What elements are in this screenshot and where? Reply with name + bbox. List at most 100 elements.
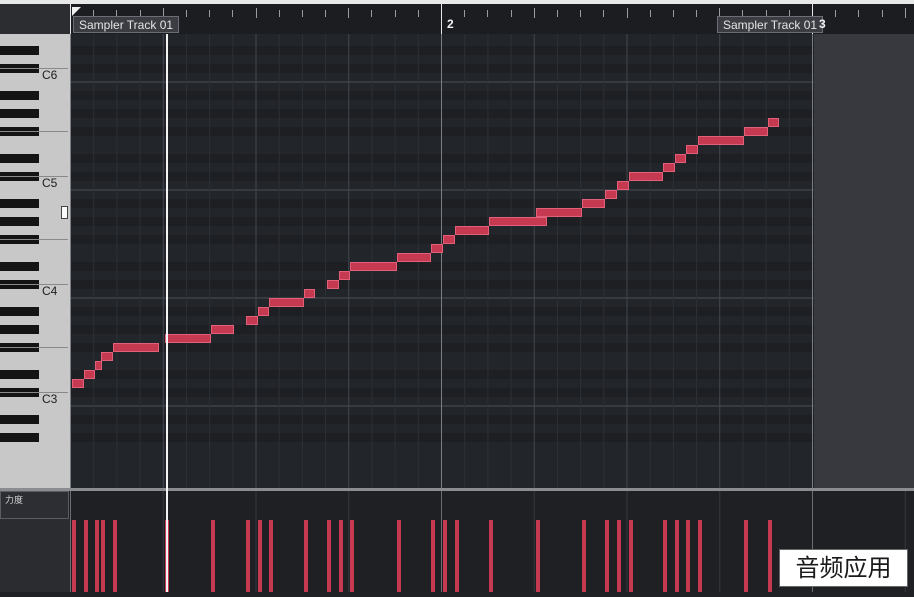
black-key[interactable] <box>0 199 39 208</box>
midi-note[interactable] <box>95 361 103 370</box>
midi-note[interactable] <box>663 163 675 172</box>
ruler-tick <box>348 8 350 18</box>
black-key[interactable] <box>0 109 39 118</box>
velocity-bar[interactable] <box>269 520 274 592</box>
black-key[interactable] <box>0 262 39 271</box>
midi-note[interactable] <box>628 172 664 181</box>
black-key[interactable] <box>0 370 39 379</box>
midi-note[interactable] <box>605 190 617 199</box>
velocity-bar[interactable] <box>744 520 749 592</box>
locator-start-marker[interactable] <box>72 7 81 16</box>
midi-note[interactable] <box>269 298 304 307</box>
ruler-tick <box>510 10 512 17</box>
black-key[interactable] <box>0 46 39 55</box>
velocity-bar[interactable] <box>686 520 691 592</box>
velocity-bar[interactable] <box>245 520 250 592</box>
midi-note[interactable] <box>83 370 96 379</box>
velocity-bar[interactable] <box>211 520 216 592</box>
velocity-bar[interactable] <box>350 520 355 592</box>
velocity-bar[interactable] <box>303 520 308 592</box>
midi-note[interactable] <box>767 118 780 127</box>
velocity-bar[interactable] <box>431 520 436 592</box>
black-key[interactable] <box>0 154 39 163</box>
ruler-tick <box>580 10 582 17</box>
black-key-row <box>70 433 914 442</box>
ruler-tick <box>603 10 605 17</box>
black-key[interactable] <box>0 325 39 334</box>
ruler-tick <box>325 10 327 17</box>
midi-note[interactable] <box>686 145 699 154</box>
ruler-tick <box>487 10 489 17</box>
velocity-bar[interactable] <box>443 520 447 592</box>
midi-note[interactable] <box>744 127 768 136</box>
white-key-divider <box>0 347 68 348</box>
midi-note[interactable] <box>535 208 583 217</box>
black-key-row <box>70 172 914 181</box>
black-key-row <box>70 370 914 379</box>
midi-note[interactable] <box>698 136 745 145</box>
key-label-c5: C5 <box>42 176 58 190</box>
part-label-sampler-track-1[interactable]: Sampler Track 01 <box>73 16 180 33</box>
ruler-tick <box>301 10 303 17</box>
midi-note[interactable] <box>112 343 159 352</box>
midi-note[interactable] <box>100 352 113 361</box>
midi-note[interactable] <box>616 181 629 190</box>
velocity-bar[interactable] <box>663 520 668 592</box>
ruler-tick <box>232 10 234 17</box>
midi-note[interactable] <box>303 289 316 298</box>
black-key-row <box>70 154 914 163</box>
velocity-bar[interactable] <box>338 520 343 592</box>
piano-keyboard[interactable]: C6 C5 C4 C3 <box>0 34 70 489</box>
midi-note[interactable] <box>443 235 455 244</box>
midi-note[interactable] <box>489 217 548 226</box>
midi-note[interactable] <box>674 154 687 163</box>
midi-note[interactable] <box>164 334 212 343</box>
midi-note[interactable] <box>257 307 270 316</box>
black-key[interactable] <box>0 91 39 100</box>
black-key[interactable] <box>0 307 39 316</box>
note-grid[interactable] <box>70 34 914 489</box>
midi-note[interactable] <box>338 271 351 280</box>
velocity-bar[interactable] <box>83 520 88 592</box>
midi-note[interactable] <box>582 199 606 208</box>
velocity-bar[interactable] <box>454 520 459 592</box>
velocity-bar[interactable] <box>628 520 633 592</box>
part-label-sampler-track-2[interactable]: Sampler Track 01 <box>717 16 824 33</box>
midi-note[interactable] <box>396 253 432 262</box>
velocity-bar[interactable] <box>674 520 679 592</box>
midi-note[interactable] <box>72 379 84 388</box>
midi-note[interactable] <box>350 262 397 271</box>
midi-note[interactable] <box>327 280 339 289</box>
midi-note[interactable] <box>454 226 490 235</box>
ruler-tick <box>209 10 211 17</box>
midi-note[interactable] <box>211 325 235 334</box>
velocity-bar[interactable] <box>489 520 494 592</box>
midi-note[interactable] <box>431 244 443 253</box>
velocity-bar[interactable] <box>257 520 262 592</box>
midi-note[interactable] <box>245 316 258 325</box>
bar-number-2: 2 <box>447 17 454 31</box>
velocity-bar[interactable] <box>616 520 621 592</box>
velocity-bar[interactable] <box>72 520 76 592</box>
velocity-bar[interactable] <box>112 520 117 592</box>
velocity-bar[interactable] <box>327 520 332 592</box>
black-key-row <box>70 109 914 118</box>
velocity-bar[interactable] <box>582 520 587 592</box>
black-key[interactable] <box>0 415 39 424</box>
velocity-bar[interactable] <box>698 520 703 592</box>
velocity-bar[interactable] <box>767 520 772 592</box>
velocity-bar[interactable] <box>605 520 610 592</box>
black-key-row <box>70 307 914 316</box>
black-key[interactable] <box>0 433 39 442</box>
timeline-ruler[interactable]: Sampler Track 01 2 Sampler Track 01 3 <box>70 4 914 34</box>
black-key-row <box>70 199 914 208</box>
velocity-bar[interactable] <box>95 520 100 592</box>
black-key-row <box>70 46 914 55</box>
playhead-cursor[interactable] <box>166 34 168 592</box>
black-key[interactable] <box>0 217 39 226</box>
velocity-bar[interactable] <box>100 520 105 592</box>
ruler-tick <box>858 10 860 17</box>
velocity-lane-side <box>0 519 70 592</box>
velocity-bar[interactable] <box>396 520 401 592</box>
velocity-bar[interactable] <box>535 520 540 592</box>
